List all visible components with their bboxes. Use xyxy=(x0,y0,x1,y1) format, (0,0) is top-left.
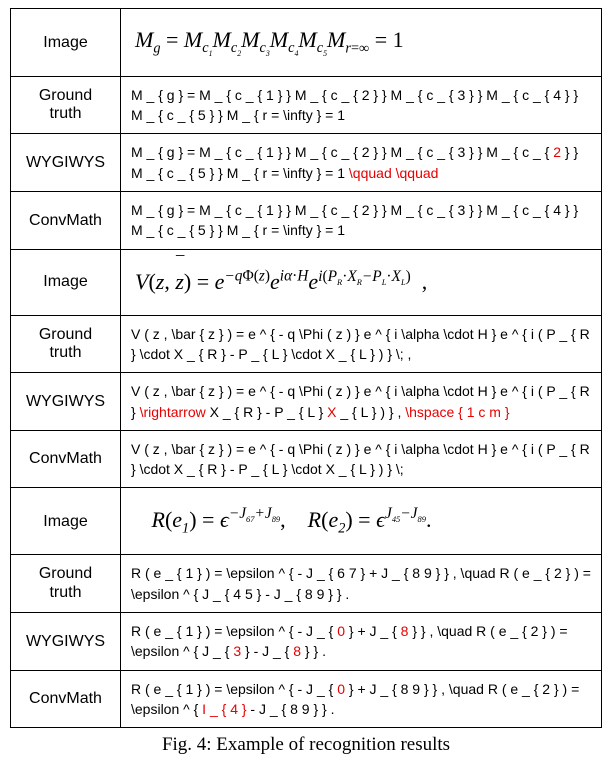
row-label-wy: WYGIWYS xyxy=(11,373,121,431)
formula-image-1: Mg = Mc1Mc2Mc3Mc4Mc5Mr=∞ = 1 xyxy=(121,9,602,77)
row-label-gt: Groundtruth xyxy=(11,315,121,373)
results-table: Image Mg = Mc1Mc2Mc3Mc4Mc5Mr=∞ = 1 Groun… xyxy=(10,8,602,728)
row-label-image: Image xyxy=(11,9,121,77)
row-label-image: Image xyxy=(11,249,121,315)
row-label-image: Image xyxy=(11,488,121,555)
row-label-cm: ConvMath xyxy=(11,192,121,250)
row-label-cm: ConvMath xyxy=(11,670,121,728)
figure-caption: Fig. 4: Example of recognition results xyxy=(10,734,602,756)
cell-gt-2: V ( z , \bar { z } ) = e ^ { - q \Phi ( … xyxy=(121,315,602,373)
row-label-wy: WYGIWYS xyxy=(11,613,121,671)
formula-image-2: V(z, ‾z) = e−qΦ(z)eiα·Hei(PR·XR−PL·XL) , xyxy=(121,249,602,315)
cell-wy-3: R ( e _ { 1 } ) = \epsilon ^ { - J _ { 0… xyxy=(121,613,602,671)
cell-wy-2: V ( z , \bar { z } ) = e ^ { - q \Phi ( … xyxy=(121,373,602,431)
row-label-gt: Groundtruth xyxy=(11,555,121,613)
cell-gt-1: M _ { g } = M _ { c _ { 1 } } M _ { c _ … xyxy=(121,76,602,134)
cell-gt-3: R ( e _ { 1 } ) = \epsilon ^ { - J _ { 6… xyxy=(121,555,602,613)
cell-cm-3: R ( e _ { 1 } ) = \epsilon ^ { - J _ { 0… xyxy=(121,670,602,728)
formula-image-3: R(e1) = ϵ−J67+J89, R(e2) = ϵJ45−J89. xyxy=(121,488,602,555)
row-label-gt: Groundtruth xyxy=(11,76,121,134)
cell-cm-2: V ( z , \bar { z } ) = e ^ { - q \Phi ( … xyxy=(121,430,602,488)
row-label-cm: ConvMath xyxy=(11,430,121,488)
cell-wy-1: M _ { g } = M _ { c _ { 1 } } M _ { c _ … xyxy=(121,134,602,192)
row-label-wy: WYGIWYS xyxy=(11,134,121,192)
cell-cm-1: M _ { g } = M _ { c _ { 1 } } M _ { c _ … xyxy=(121,192,602,250)
